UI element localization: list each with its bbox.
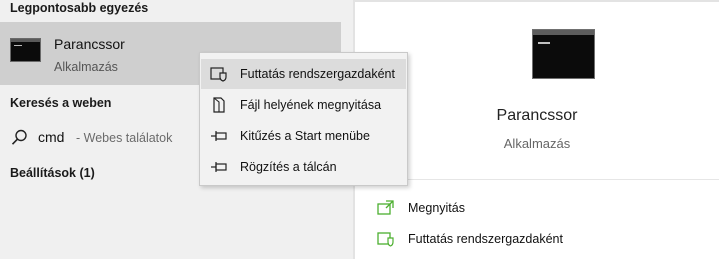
web-search-heading: Keresés a weben	[10, 96, 112, 110]
best-match-heading: Legpontosabb egyezés	[10, 1, 149, 15]
open-icon	[377, 200, 394, 215]
menu-item-label: Fájl helyének megnyitása	[240, 98, 382, 112]
menu-item-open-file-location[interactable]: Fájl helyének megnyitása	[201, 90, 406, 120]
pin-icon	[211, 131, 227, 141]
best-match-name: Parancssor	[54, 36, 125, 52]
menu-item-label: Futtatás rendszergazdaként	[240, 67, 395, 81]
file-icon	[213, 97, 225, 113]
shield-icon	[377, 232, 394, 247]
command-prompt-large-icon	[532, 29, 595, 79]
settings-heading[interactable]: Beállítások (1)	[10, 166, 95, 180]
preview-card: Parancssor Alkalmazás Megnyitás Futtatás…	[355, 2, 719, 259]
menu-item-label: Rögzítés a tálcán	[240, 160, 337, 174]
context-menu: Futtatás rendszergazdaként Fájl helyének…	[199, 52, 408, 186]
open-action-label: Megnyitás	[408, 201, 465, 215]
menu-item-pin-to-taskbar[interactable]: Rögzítés a tálcán	[201, 152, 406, 182]
pin-icon	[211, 162, 227, 172]
preview-app-type: Alkalmazás	[503, 136, 571, 151]
menu-item-pin-to-start[interactable]: Kitűzés a Start menübe	[201, 121, 406, 151]
web-result-suffix: - Webes találatok	[76, 131, 173, 145]
web-result-term: cmd	[38, 129, 65, 145]
divider	[355, 179, 719, 180]
search-icon	[11, 129, 27, 145]
menu-item-label: Kitűzés a Start menübe	[240, 129, 370, 143]
shield-icon	[210, 67, 227, 82]
preview-app-name: Parancssor	[496, 107, 578, 124]
run-as-admin-label: Futtatás rendszergazdaként	[408, 232, 563, 246]
best-match-type: Alkalmazás	[54, 60, 118, 74]
command-prompt-icon	[10, 38, 41, 62]
menu-item-run-as-admin[interactable]: Futtatás rendszergazdaként	[201, 59, 406, 89]
